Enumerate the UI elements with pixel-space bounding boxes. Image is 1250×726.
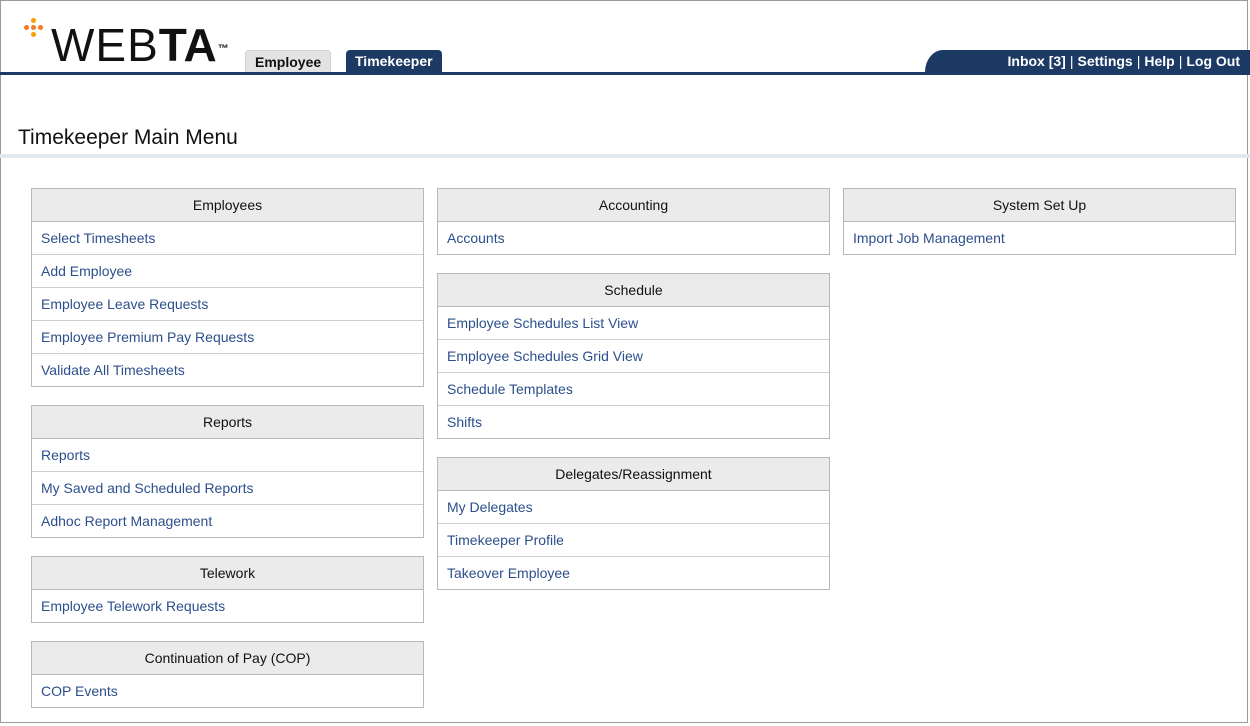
panel-employees: Employees Select Timesheets Add Employee… bbox=[31, 188, 424, 387]
link-timekeeper-profile[interactable]: Timekeeper Profile bbox=[447, 532, 564, 548]
link-reports[interactable]: Reports bbox=[41, 447, 90, 463]
panel-cop: Continuation of Pay (COP) COP Events bbox=[31, 641, 424, 708]
panel-header: Continuation of Pay (COP) bbox=[32, 642, 423, 675]
nav-separator: | bbox=[1069, 53, 1074, 69]
panel-header: System Set Up bbox=[844, 189, 1235, 222]
menu-item: Adhoc Report Management bbox=[32, 504, 423, 537]
user-nav: Inbox [3] | Settings | Help | Log Out bbox=[925, 50, 1250, 72]
menu-column-2: Accounting Accounts Schedule Employee Sc… bbox=[437, 188, 830, 608]
inbox-link[interactable]: Inbox [3] bbox=[1008, 53, 1066, 69]
tab-employee[interactable]: Employee bbox=[245, 50, 332, 73]
menu-item: Schedule Templates bbox=[438, 372, 829, 405]
nav-separator: | bbox=[1136, 53, 1141, 69]
link-adhoc-report-management[interactable]: Adhoc Report Management bbox=[41, 513, 212, 529]
menu-item: Employee Premium Pay Requests bbox=[32, 320, 423, 353]
app-header: WEBTA™ Employee Timekeeper Inbox [3] | Set… bbox=[0, 0, 1250, 75]
link-select-timesheets[interactable]: Select Timesheets bbox=[41, 230, 155, 246]
menu-item: Employee Schedules List View bbox=[438, 307, 829, 339]
menu-item: Accounts bbox=[438, 222, 829, 254]
menu-item: Add Employee bbox=[32, 254, 423, 287]
link-employee-leave-requests[interactable]: Employee Leave Requests bbox=[41, 296, 208, 312]
link-add-employee[interactable]: Add Employee bbox=[41, 263, 132, 279]
panel-header: Delegates/Reassignment bbox=[438, 458, 829, 491]
menu-item: My Delegates bbox=[438, 491, 829, 523]
menu-item: Import Job Management bbox=[844, 222, 1235, 254]
menu-item: Timekeeper Profile bbox=[438, 523, 829, 556]
menu-item: Shifts bbox=[438, 405, 829, 438]
panel-telework: Telework Employee Telework Requests bbox=[31, 556, 424, 623]
panel-reports: Reports Reports My Saved and Scheduled R… bbox=[31, 405, 424, 538]
help-link[interactable]: Help bbox=[1144, 53, 1174, 69]
menu-item: Employee Schedules Grid View bbox=[438, 339, 829, 372]
link-validate-all-timesheets[interactable]: Validate All Timesheets bbox=[41, 362, 185, 378]
menu-item: Takeover Employee bbox=[438, 556, 829, 589]
menu-column-1: Employees Select Timesheets Add Employee… bbox=[31, 188, 424, 726]
panel-accounting: Accounting Accounts bbox=[437, 188, 830, 255]
link-schedules-list-view[interactable]: Employee Schedules List View bbox=[447, 315, 638, 331]
menu-item: Employee Telework Requests bbox=[32, 590, 423, 622]
panel-system-setup: System Set Up Import Job Management bbox=[843, 188, 1236, 255]
webta-logo[interactable]: WEBTA™ bbox=[21, 18, 230, 68]
link-accounts[interactable]: Accounts bbox=[447, 230, 505, 246]
logo-wordmark: WEBTA™ bbox=[51, 19, 230, 71]
panel-header: Accounting bbox=[438, 189, 829, 222]
menu-item: Validate All Timesheets bbox=[32, 353, 423, 386]
link-employee-premium-pay-requests[interactable]: Employee Premium Pay Requests bbox=[41, 329, 254, 345]
link-takeover-employee[interactable]: Takeover Employee bbox=[447, 565, 570, 581]
tab-timekeeper[interactable]: Timekeeper bbox=[346, 50, 442, 72]
menu-item: Reports bbox=[32, 439, 423, 471]
page-title: Timekeeper Main Menu bbox=[18, 126, 238, 149]
link-schedules-grid-view[interactable]: Employee Schedules Grid View bbox=[447, 348, 643, 364]
settings-link[interactable]: Settings bbox=[1077, 53, 1132, 69]
panel-delegates: Delegates/Reassignment My Delegates Time… bbox=[437, 457, 830, 590]
logo-dots-icon bbox=[21, 18, 47, 44]
menu-item: Employee Leave Requests bbox=[32, 287, 423, 320]
panel-header: Schedule bbox=[438, 274, 829, 307]
link-saved-scheduled-reports[interactable]: My Saved and Scheduled Reports bbox=[41, 480, 253, 496]
link-employee-telework-requests[interactable]: Employee Telework Requests bbox=[41, 598, 225, 614]
menu-item: My Saved and Scheduled Reports bbox=[32, 471, 423, 504]
menu-item: Select Timesheets bbox=[32, 222, 423, 254]
panel-schedule: Schedule Employee Schedules List View Em… bbox=[437, 273, 830, 439]
link-my-delegates[interactable]: My Delegates bbox=[447, 499, 533, 515]
header-divider bbox=[0, 72, 1250, 75]
panel-header: Telework bbox=[32, 557, 423, 590]
panel-header: Employees bbox=[32, 189, 423, 222]
title-divider bbox=[0, 154, 1250, 158]
menu-column-3: System Set Up Import Job Management bbox=[843, 188, 1236, 273]
link-shifts[interactable]: Shifts bbox=[447, 414, 482, 430]
nav-separator: | bbox=[1178, 53, 1183, 69]
panel-header: Reports bbox=[32, 406, 423, 439]
menu-item: COP Events bbox=[32, 675, 423, 707]
logout-link[interactable]: Log Out bbox=[1186, 53, 1240, 69]
link-schedule-templates[interactable]: Schedule Templates bbox=[447, 381, 573, 397]
link-cop-events[interactable]: COP Events bbox=[41, 683, 118, 699]
link-import-job-management[interactable]: Import Job Management bbox=[853, 230, 1005, 246]
